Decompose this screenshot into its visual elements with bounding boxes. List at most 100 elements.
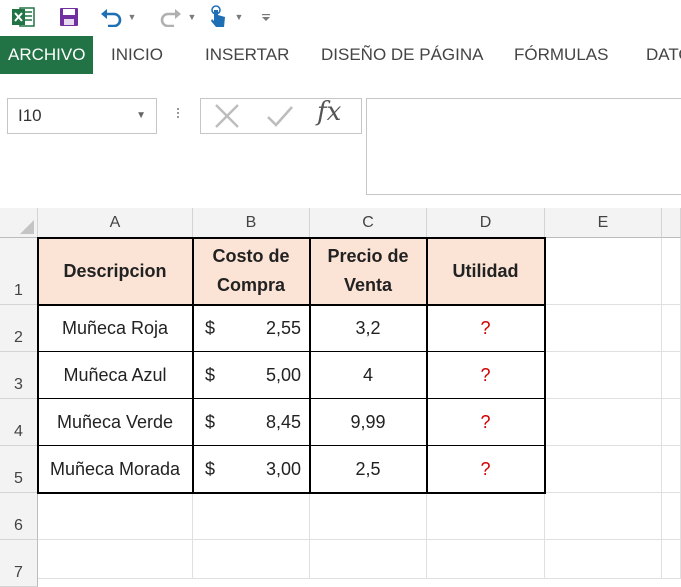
cell-a3[interactable]: Muñeca Azul	[38, 352, 193, 399]
cell-e7[interactable]	[545, 540, 662, 579]
cell-f3[interactable]	[662, 352, 681, 399]
cell-a2[interactable]: Muñeca Roja	[38, 305, 193, 352]
cell-d2[interactable]: ?	[427, 305, 545, 352]
name-box[interactable]: I10 ▼	[7, 98, 157, 134]
cell-c5[interactable]: 2,5	[310, 446, 427, 493]
row-header-1[interactable]: 1	[0, 238, 38, 305]
cell-d7[interactable]	[427, 540, 545, 579]
cell-e5[interactable]	[545, 446, 662, 493]
cell-c1[interactable]: Precio de Venta	[310, 238, 427, 305]
cell-d1[interactable]: Utilidad	[427, 238, 545, 305]
cost-value: 8,45	[265, 411, 301, 432]
cell-b5[interactable]: $ 3,00	[193, 446, 310, 493]
redo-dropdown-icon[interactable]: ▼	[186, 4, 198, 30]
cancel-icon[interactable]	[213, 103, 241, 134]
cell-a5[interactable]: Muñeca Morada	[38, 446, 193, 493]
cell-f4[interactable]	[662, 399, 681, 446]
table-border-bottom	[37, 492, 546, 494]
currency-symbol: $	[205, 364, 216, 385]
currency-symbol: $	[205, 458, 216, 479]
column-header-a[interactable]: A	[38, 208, 193, 238]
row-header-7[interactable]: 7	[0, 540, 38, 587]
cell-c2[interactable]: 3,2	[310, 305, 427, 352]
redo-icon[interactable]	[158, 4, 184, 30]
tab-datos[interactable]: DATO	[646, 36, 681, 74]
insert-function-fx-icon[interactable]: fx	[317, 97, 341, 127]
cell-f5[interactable]	[662, 446, 681, 493]
cell-e4[interactable]	[545, 399, 662, 446]
row-header-3[interactable]: 3	[0, 352, 38, 399]
cell-b4[interactable]: $ 8,45	[193, 399, 310, 446]
tab-inicio[interactable]: INICIO	[111, 36, 163, 74]
cell-b6[interactable]	[193, 493, 310, 540]
name-box-dropdown-icon[interactable]: ▼	[136, 99, 146, 133]
column-header-d[interactable]: D	[427, 208, 545, 238]
formula-input[interactable]	[366, 98, 681, 195]
touch-mode-icon[interactable]	[205, 4, 231, 30]
tab-diseno-de-pagina[interactable]: DISEÑO DE PÁGINA	[321, 36, 483, 74]
undo-icon[interactable]	[98, 4, 124, 30]
row-header-5[interactable]: 5	[0, 446, 38, 493]
column-header-e[interactable]: E	[545, 208, 662, 238]
table-border-header	[37, 304, 546, 306]
cell-b3[interactable]: $ 5,00	[193, 352, 310, 399]
save-icon[interactable]	[56, 4, 82, 30]
customize-toolbar-icon[interactable]	[258, 4, 274, 30]
cell-c6[interactable]	[310, 493, 427, 540]
cell-c3[interactable]: 4	[310, 352, 427, 399]
ribbon-tabs: ARCHIVO INICIO INSERTAR DISEÑO DE PÁGINA…	[0, 36, 681, 74]
tab-formulas[interactable]: FÓRMULAS	[514, 36, 608, 74]
cell-d3[interactable]: ?	[427, 352, 545, 399]
cell-c7[interactable]	[310, 540, 427, 579]
enter-check-icon[interactable]	[265, 103, 295, 134]
excel-logo-icon	[10, 4, 36, 30]
table-border-bc	[309, 237, 311, 494]
cell-f6[interactable]	[662, 493, 681, 540]
table-border-left	[37, 237, 39, 494]
row-header-2[interactable]: 2	[0, 305, 38, 352]
cell-c4[interactable]: 9,99	[310, 399, 427, 446]
quick-access-toolbar: ▼ ▼ ▼	[0, 0, 681, 36]
cell-f2[interactable]	[662, 305, 681, 352]
table-border-row2	[37, 351, 546, 352]
touch-mode-dropdown-icon[interactable]: ▼	[233, 4, 245, 30]
cell-a4[interactable]: Muñeca Verde	[38, 399, 193, 446]
cost-value: 2,55	[265, 317, 301, 338]
table-border-ab	[192, 237, 194, 494]
column-header-c[interactable]: C	[310, 208, 427, 238]
select-all-corner[interactable]	[0, 208, 38, 238]
table-border-right	[544, 237, 546, 494]
cell-d4[interactable]: ?	[427, 399, 545, 446]
row-header-4[interactable]: 4	[0, 399, 38, 446]
cell-a1[interactable]: Descripcion	[38, 238, 193, 305]
name-box-value: I10	[18, 106, 42, 125]
column-header-f[interactable]	[662, 208, 681, 238]
worksheet-grid: A B C D E 1 2 3 4 5 6 7 Descripcion Cost…	[0, 208, 681, 587]
cell-e2[interactable]	[545, 305, 662, 352]
cell-d6[interactable]	[427, 493, 545, 540]
cell-f7[interactable]	[662, 540, 681, 579]
cell-a6[interactable]	[38, 493, 193, 540]
cell-e1[interactable]	[545, 238, 662, 305]
cell-b7[interactable]	[193, 540, 310, 579]
formula-bar-grip-icon	[176, 106, 180, 126]
cell-e6[interactable]	[545, 493, 662, 540]
currency-symbol: $	[205, 411, 216, 432]
formula-buttons: fx	[200, 97, 362, 134]
column-header-b[interactable]: B	[193, 208, 310, 238]
table-border-cd	[426, 237, 428, 494]
cost-value: 5,00	[265, 364, 301, 385]
table-border-top	[37, 237, 546, 239]
cell-f1[interactable]	[662, 238, 681, 305]
cell-a7[interactable]	[38, 540, 193, 579]
cell-b1[interactable]: Costo de Compra	[193, 238, 310, 305]
cell-d5[interactable]: ?	[427, 446, 545, 493]
tab-archivo[interactable]: ARCHIVO	[0, 36, 94, 74]
tab-insertar[interactable]: INSERTAR	[205, 36, 289, 74]
undo-dropdown-icon[interactable]: ▼	[126, 4, 138, 30]
cell-b2[interactable]: $ 2,55	[193, 305, 310, 352]
cost-value: 3,00	[265, 458, 301, 479]
table-border-row4	[37, 445, 546, 446]
cell-e3[interactable]	[545, 352, 662, 399]
row-header-6[interactable]: 6	[0, 493, 38, 540]
